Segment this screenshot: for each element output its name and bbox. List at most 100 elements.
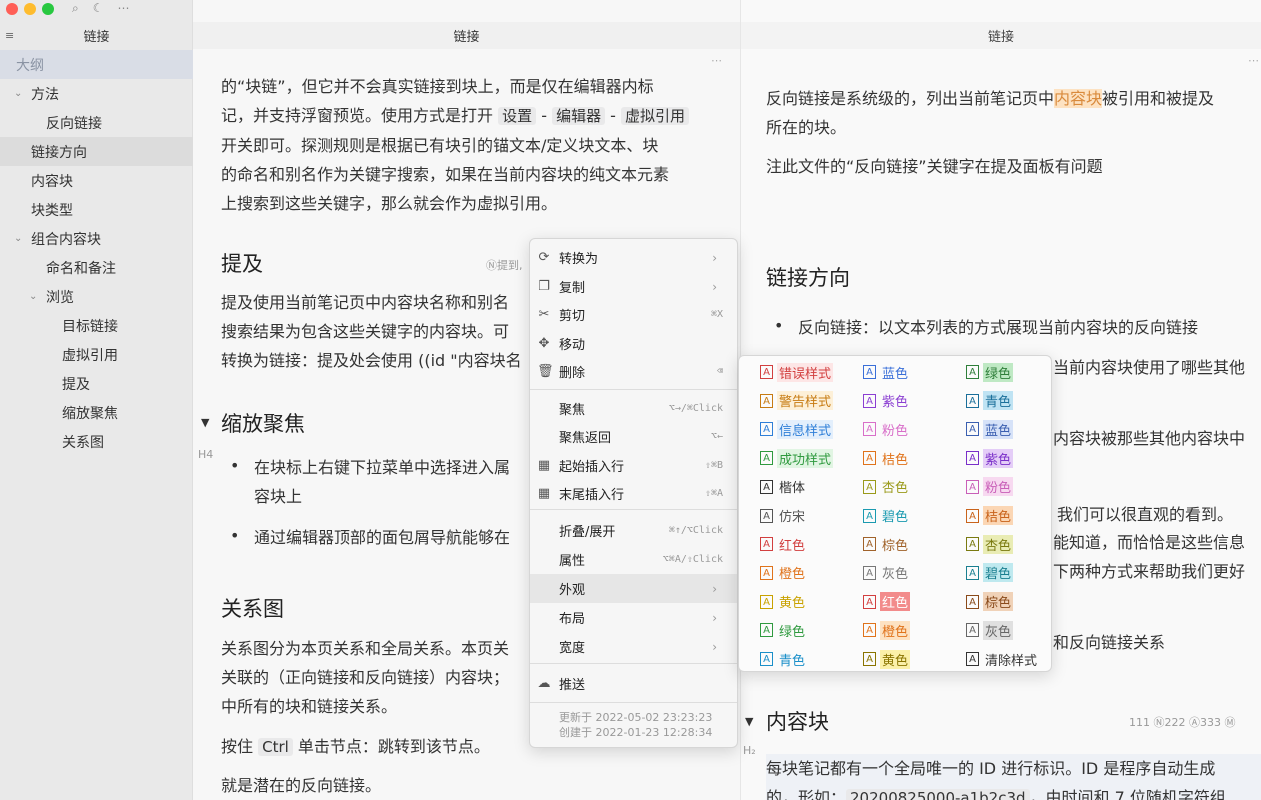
menu-icon[interactable]: ≡ bbox=[5, 29, 14, 42]
menu-item[interactable]: ▦ 起始插入行 ⇧⌘B bbox=[530, 451, 737, 480]
timestamp-created: 创建于 2022-01-23 12:28:34 bbox=[559, 726, 713, 739]
appearance-option-label: 错误样式 bbox=[777, 362, 834, 382]
menu-item[interactable]: ❐ 复制 › bbox=[530, 272, 737, 301]
appearance-option[interactable]: A 桔色 bbox=[966, 506, 1014, 526]
appearance-option[interactable]: A 橙色 bbox=[760, 563, 807, 583]
menu-item[interactable]: ✂ 剪切 ⌘X bbox=[530, 300, 737, 329]
menu-item[interactable]: 聚焦返回 ⌥← bbox=[530, 422, 737, 451]
appearance-option[interactable]: A 青色 bbox=[760, 649, 807, 669]
appearance-option[interactable]: A 楷体 bbox=[760, 477, 807, 497]
appearance-option[interactable]: A 紫色 bbox=[863, 391, 910, 411]
style-swatch-icon: A bbox=[863, 365, 876, 379]
outline-item[interactable]: 块类型 bbox=[0, 195, 193, 224]
more-icon[interactable]: ⋯ bbox=[711, 54, 722, 67]
outline-item[interactable]: 虚拟引用 bbox=[0, 340, 193, 369]
outline-item[interactable]: 反向链接 bbox=[0, 108, 193, 137]
close-window-button[interactable] bbox=[6, 3, 18, 15]
appearance-option[interactable]: A 警告样式 bbox=[760, 391, 834, 411]
appearance-option[interactable]: A 灰色 bbox=[863, 563, 910, 583]
appearance-option[interactable]: A 黄色 bbox=[760, 592, 807, 612]
appearance-option[interactable]: A 棕色 bbox=[863, 534, 910, 554]
menu-item[interactable]: 宽度 › bbox=[530, 632, 737, 661]
editor-tab[interactable]: 链接 bbox=[193, 22, 740, 49]
menu-item-label: 聚焦返回 bbox=[559, 431, 612, 446]
chevron-down-icon[interactable]: ⌄ bbox=[14, 88, 22, 99]
list-item-tail: 能知道，而恰恰是这些信息 bbox=[1053, 533, 1246, 552]
menu-item[interactable]: ▦ 末尾插入行 ⇧⌘A bbox=[530, 479, 737, 508]
appearance-option[interactable]: A 青色 bbox=[966, 391, 1014, 411]
menu-separator bbox=[530, 702, 737, 703]
collapse-toggle-icon[interactable]: ▼ bbox=[745, 715, 753, 728]
appearance-option[interactable]: A 棕色 bbox=[966, 592, 1014, 612]
appearance-option[interactable]: A 蓝色 bbox=[966, 419, 1014, 439]
menu-item[interactable]: ✥ 移动 bbox=[530, 329, 737, 358]
style-swatch-icon: A bbox=[760, 451, 773, 466]
menu-item[interactable]: ☁ 推送 bbox=[530, 669, 737, 698]
outline-item[interactable]: 目标链接 bbox=[0, 311, 193, 340]
style-swatch-icon: A bbox=[760, 623, 773, 638]
paragraph-note: 注此文件的“反向链接”关键字在提及面板有问题 bbox=[766, 157, 1103, 176]
appearance-option[interactable]: A 碧色 bbox=[863, 506, 910, 526]
outline-item[interactable]: ⌄ 浏览 bbox=[0, 282, 193, 311]
inline-code: 虚拟引用 bbox=[621, 107, 690, 125]
collapse-toggle-icon[interactable]: ▼ bbox=[201, 416, 209, 429]
outline-item[interactable]: ⌄ 方法 bbox=[0, 79, 193, 108]
appearance-option[interactable]: A 绿色 bbox=[966, 362, 1014, 382]
search-icon[interactable]: ⌕ bbox=[72, 1, 79, 16]
appearance-option-label: 楷体 bbox=[779, 481, 806, 497]
style-swatch-icon: A bbox=[760, 537, 773, 552]
outline-item[interactable]: 关系图 bbox=[0, 427, 193, 456]
appearance-option[interactable]: A 杏色 bbox=[966, 534, 1014, 554]
menu-item-label: 剪切 bbox=[559, 309, 586, 324]
outline-item[interactable]: 命名和备注 bbox=[0, 253, 193, 282]
maximize-window-button[interactable] bbox=[42, 3, 54, 15]
appearance-option[interactable]: A 红色 bbox=[760, 534, 807, 554]
sidebar-header: ≡ 链接 bbox=[0, 24, 193, 46]
appearance-option[interactable]: A 桔色 bbox=[863, 448, 910, 468]
outline-item-label: 缩放聚焦 bbox=[62, 405, 118, 422]
appearance-option[interactable]: A 清除样式 bbox=[966, 649, 1039, 669]
appearance-option-label: 碧色 bbox=[983, 563, 1014, 583]
more-icon[interactable]: ⋯ bbox=[118, 1, 130, 16]
menu-item[interactable]: ⟳ 转换为 › bbox=[530, 243, 737, 272]
appearance-option[interactable]: A 粉色 bbox=[863, 419, 910, 439]
menu-item[interactable]: 折叠/展开 ⌘↑/⌥Click bbox=[530, 516, 737, 545]
outline-item[interactable]: ⌄ 组合内容块 bbox=[0, 224, 193, 253]
appearance-option[interactable]: A 粉色 bbox=[966, 477, 1014, 497]
menu-item-label: 折叠/展开 bbox=[559, 525, 616, 540]
menu-item[interactable]: 布局 › bbox=[530, 603, 737, 632]
moon-icon[interactable]: ☾ bbox=[93, 1, 104, 16]
table-icon: ▦ bbox=[537, 458, 551, 473]
outline-item[interactable]: 内容块 bbox=[0, 166, 193, 195]
outline-item[interactable]: 提及 bbox=[0, 369, 193, 398]
appearance-option[interactable]: A 红色 bbox=[863, 592, 911, 612]
menu-item[interactable]: 属性 ⌥⌘A/⇧Click bbox=[530, 545, 737, 574]
appearance-option[interactable]: A 仿宋 bbox=[760, 506, 807, 526]
appearance-option[interactable]: A 蓝色 bbox=[863, 362, 910, 382]
menu-item[interactable]: 🗑 删除 ⌫ bbox=[530, 357, 737, 386]
chevron-down-icon[interactable]: ⌄ bbox=[14, 233, 22, 244]
appearance-option[interactable]: A 成功样式 bbox=[760, 448, 834, 468]
outline-item[interactable]: 缩放聚焦 bbox=[0, 398, 193, 427]
chevron-down-icon[interactable]: ⌄ bbox=[29, 291, 37, 302]
outline-item[interactable]: 链接方向 bbox=[0, 137, 193, 166]
mention-ref-count[interactable]: Ⓝ提到, bbox=[486, 257, 523, 273]
style-swatch-icon: A bbox=[863, 565, 876, 580]
appearance-option-label: 绿色 bbox=[983, 362, 1014, 382]
minimize-window-button[interactable] bbox=[24, 3, 36, 15]
appearance-option[interactable]: A 杏色 bbox=[863, 477, 910, 497]
block-ref-counts[interactable]: 111 Ⓝ222 Ⓐ333 Ⓜ bbox=[1129, 714, 1235, 730]
outline-item[interactable]: 大纲 bbox=[0, 50, 193, 79]
editor-tab[interactable]: 链接 bbox=[741, 22, 1261, 49]
more-icon[interactable]: ⋯ bbox=[1248, 54, 1259, 67]
appearance-option[interactable]: A 橙色 bbox=[863, 620, 911, 640]
appearance-option[interactable]: A 信息样式 bbox=[760, 419, 834, 439]
appearance-option[interactable]: A 黄色 bbox=[863, 649, 911, 669]
appearance-option[interactable]: A 错误样式 bbox=[760, 362, 834, 382]
appearance-option[interactable]: A 紫色 bbox=[966, 448, 1014, 468]
appearance-option[interactable]: A 碧色 bbox=[966, 563, 1014, 583]
menu-item[interactable]: 外观 › bbox=[530, 574, 737, 603]
appearance-option[interactable]: A 绿色 bbox=[760, 620, 807, 640]
appearance-option[interactable]: A 灰色 bbox=[966, 620, 1014, 640]
menu-item[interactable]: 聚焦 ⌥→/⌘Click bbox=[530, 394, 737, 423]
